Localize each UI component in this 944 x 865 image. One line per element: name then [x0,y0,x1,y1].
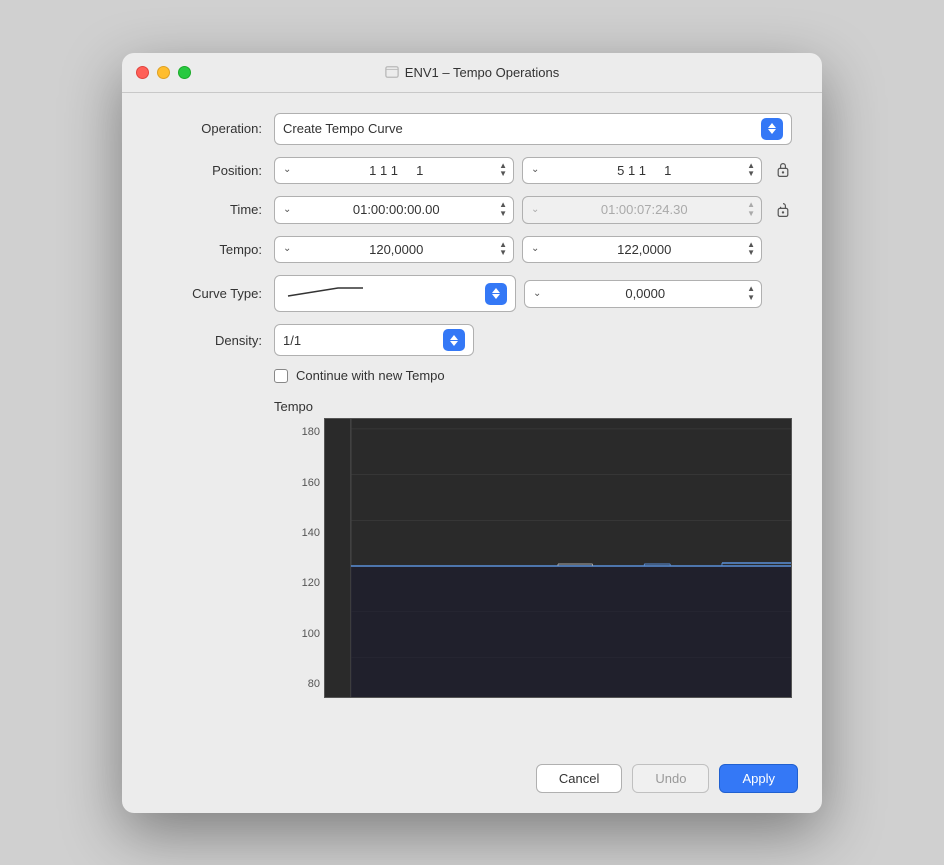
tempo-end-value: 122,0000 [545,242,743,257]
operation-select[interactable]: Create Tempo Curve [274,113,792,145]
time-start-down[interactable]: ⌄ [281,205,293,215]
tempo-start-down[interactable]: ⌄ [281,244,293,254]
y-label-160: 160 [302,477,320,489]
curve-stepper-icon [492,288,500,299]
time-dual-group: ⌄ 01:00:00:00.00 ▲ ▼ ⌄ 01:00:07:24.30 ▲ … [274,196,792,224]
operation-label: Operation: [152,121,262,136]
density-select[interactable]: 1/1 [274,324,474,356]
time-end-arrows: ▲ ▼ [747,201,755,219]
close-button[interactable] [136,66,149,79]
time-end-down[interactable]: ⌄ [529,205,541,215]
position-label: Position: [152,163,262,178]
position-row: Position: ⌄ 1 1 1 1 ▲ ▼ ⌄ 5 1 1 1 ▲ [152,157,792,185]
window-controls [136,66,191,79]
curve-value-field: ⌄ 0,0000 ▲ ▼ [524,280,762,308]
time-lock[interactable] [774,201,792,219]
tempo-end-down[interactable]: ⌄ [529,244,541,254]
curve-type-label: Curve Type: [152,286,262,301]
chart-canvas [324,418,792,698]
maximize-button[interactable] [178,66,191,79]
app-window: ENV1 – Tempo Operations Operation: Creat… [122,53,822,813]
tempo-start-field: ⌄ 120,0000 ▲ ▼ [274,236,514,264]
position-start-field: ⌄ 1 1 1 1 ▲ ▼ [274,157,514,185]
y-label-120: 120 [302,577,320,589]
curve-type-row: Curve Type: ⌄ 0,0000 ▲ [152,275,792,312]
density-stepper-icon [450,335,458,346]
tempo-end-arrows: ▲ ▼ [747,241,755,259]
density-row: Density: 1/1 [152,324,792,356]
checkbox-row: Continue with new Tempo [274,368,792,383]
tempo-row: Tempo: ⌄ 120,0000 ▲ ▼ ⌄ 122,0000 ▲ ▼ [152,236,792,264]
cancel-button[interactable]: Cancel [536,764,622,793]
time-end-field: ⌄ 01:00:07:24.30 ▲ ▼ [522,196,762,224]
undo-button[interactable]: Undo [632,764,709,793]
time-end-value: 01:00:07:24.30 [545,202,743,217]
curve-value-down[interactable]: ⌄ [531,289,543,299]
position-end-arrows: ▲ ▼ [747,162,755,180]
y-label-140: 140 [302,527,320,539]
density-value: 1/1 [283,333,437,348]
chart-container: 180 160 140 120 100 80 [274,418,792,698]
operation-row: Operation: Create Tempo Curve [152,113,792,145]
form-content: Operation: Create Tempo Curve Position: … [122,93,822,748]
curve-value-arrows: ▲ ▼ [747,285,755,303]
tempo-start-value: 120,0000 [297,242,495,257]
density-label: Density: [152,333,262,348]
time-start-dn[interactable]: ▼ [499,210,507,219]
position-end-dn[interactable]: ▼ [747,170,755,179]
position-lock[interactable] [774,161,792,179]
curve-type-stepper[interactable] [485,283,507,305]
time-start-field: ⌄ 01:00:00:00.00 ▲ ▼ [274,196,514,224]
y-label-80: 80 [308,678,320,690]
position-start-value: 1 1 1 1 [297,163,495,178]
density-stepper[interactable] [443,329,465,351]
chart-section: Tempo 180 160 140 120 100 80 [152,399,792,727]
time-label: Time: [152,202,262,217]
tempo-start-arrows: ▲ ▼ [499,241,507,259]
tempo-end-field: ⌄ 122,0000 ▲ ▼ [522,236,762,264]
continue-checkbox[interactable] [274,369,288,383]
position-start-down[interactable]: ⌄ [281,165,293,175]
tempo-start-dn[interactable]: ▼ [499,249,507,258]
tempo-dual-group: ⌄ 120,0000 ▲ ▼ ⌄ 122,0000 ▲ ▼ [274,236,792,264]
position-end-down[interactable]: ⌄ [529,165,541,175]
time-row: Time: ⌄ 01:00:00:00.00 ▲ ▼ ⌄ 01:00:07:24… [152,196,792,224]
title-bar: ENV1 – Tempo Operations [122,53,822,93]
window-title: ENV1 – Tempo Operations [385,65,559,80]
curve-type-dual-group: ⌄ 0,0000 ▲ ▼ [274,275,792,312]
chart-svg [325,419,791,697]
y-label-100: 100 [302,628,320,640]
position-start-dn[interactable]: ▼ [499,170,507,179]
curve-value-dn[interactable]: ▼ [747,294,755,303]
operation-stepper-icon [768,123,776,134]
operation-value: Create Tempo Curve [283,121,403,136]
time-end-dn[interactable]: ▼ [747,210,755,219]
y-label-180: 180 [302,426,320,438]
chart-title: Tempo [274,399,792,414]
operation-stepper[interactable] [761,118,783,140]
time-start-arrows: ▲ ▼ [499,201,507,219]
position-start-arrows: ▲ ▼ [499,162,507,180]
curve-preview [283,280,479,307]
tempo-label: Tempo: [152,242,262,257]
tempo-end-dn[interactable]: ▼ [747,249,755,258]
footer: Cancel Undo Apply [122,748,822,813]
apply-button[interactable]: Apply [719,764,798,793]
position-end-field: ⌄ 5 1 1 1 ▲ ▼ [522,157,762,185]
minimize-button[interactable] [157,66,170,79]
curve-type-select[interactable] [274,275,516,312]
curve-value: 0,0000 [547,286,743,301]
time-start-value: 01:00:00:00.00 [297,202,495,217]
continue-label: Continue with new Tempo [296,368,445,383]
position-dual-group: ⌄ 1 1 1 1 ▲ ▼ ⌄ 5 1 1 1 ▲ ▼ [274,157,792,185]
chart-y-axis: 180 160 140 120 100 80 [274,418,324,698]
position-end-value: 5 1 1 1 [545,163,743,178]
